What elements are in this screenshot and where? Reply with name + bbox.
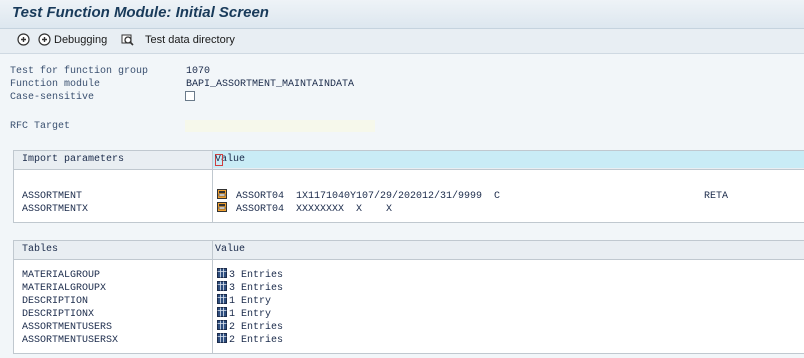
table-editor-icon[interactable]	[217, 294, 227, 304]
table-param-name: DESCRIPTION	[22, 296, 89, 307]
import-parameters-column-header: Import parameters	[22, 154, 125, 165]
table-param-value[interactable]: 1 Entry	[229, 296, 271, 307]
table-editor-icon[interactable]	[217, 333, 227, 343]
table-editor-icon[interactable]	[217, 320, 227, 330]
column-divider	[212, 241, 213, 353]
table-editor-icon[interactable]	[217, 307, 227, 317]
table-param-name: MATERIALGROUP	[22, 270, 101, 281]
import-param-value[interactable]: ASSORT04 XXXXXXXX X X	[236, 204, 392, 215]
tables-column-header: Tables	[22, 244, 59, 255]
debugging-button[interactable]: Debugging	[38, 33, 107, 46]
table-param-name: ASSORTMENTUSERS	[22, 322, 113, 333]
test-data-directory-button[interactable]: Test data directory	[121, 33, 235, 46]
case-sensitive-label: Case-sensitive	[10, 92, 95, 103]
tables-value-column-header: Value	[213, 241, 804, 258]
execute-button[interactable]	[17, 33, 30, 46]
table-param-name: MATERIALGROUPX	[22, 283, 107, 294]
import-parameters-header: Import parameters Value	[14, 151, 804, 170]
title-bar: Test Function Module: Initial Screen	[0, 0, 804, 29]
table-param-value[interactable]: 1 Entry	[229, 309, 271, 320]
tables-header: Tables Value	[14, 241, 804, 260]
page-title: Test Function Module: Initial Screen	[12, 4, 269, 21]
debug-execute-icon	[38, 33, 51, 46]
import-param-name: ASSORTMENT	[22, 191, 83, 202]
column-divider	[212, 151, 213, 222]
tables-panel: Tables Value MATERIALGROUP 3 Entries MATER…	[13, 240, 804, 354]
case-sensitive-checkbox[interactable]	[185, 91, 195, 101]
function-group-value[interactable]: 1070	[186, 66, 210, 77]
debugging-label: Debugging	[54, 33, 108, 46]
structure-editor-icon[interactable]	[217, 202, 227, 212]
table-param-value[interactable]: 2 Entries	[229, 322, 283, 333]
table-editor-icon[interactable]	[217, 281, 227, 291]
table-param-value[interactable]: 3 Entries	[229, 283, 283, 294]
structure-editor-icon[interactable]	[217, 189, 227, 199]
table-param-name: DESCRIPTIONX	[22, 309, 95, 320]
table-param-value[interactable]: 3 Entries	[229, 270, 283, 281]
function-group-label: Test for function group	[10, 66, 149, 77]
import-param-value-extra: RETA	[704, 191, 729, 202]
table-editor-icon[interactable]	[217, 268, 227, 278]
execute-icon	[17, 33, 30, 46]
table-param-name: ASSORTMENTUSERSX	[22, 335, 119, 346]
import-param-value[interactable]: ASSORT04 1X1171040Y107/29/202012/31/9999…	[236, 191, 500, 202]
import-param-name: ASSORTMENTX	[22, 204, 89, 215]
import-parameters-panel: Import parameters Value ASSORTMENT ASSOR…	[13, 150, 804, 223]
rfc-target-input[interactable]	[185, 120, 375, 132]
function-module-value[interactable]: BAPI_ASSORTMENT_MAINTAINDATA	[186, 79, 354, 90]
tables-value-header-label: Value	[215, 244, 246, 255]
function-module-label: Function module	[10, 79, 101, 90]
application-toolbar: Debugging Test data directory	[0, 29, 804, 54]
import-value-column-header[interactable]: Value	[213, 151, 804, 168]
focus-bracket-right	[215, 154, 223, 166]
test-data-directory-icon	[121, 34, 134, 46]
rfc-target-label: RFC Target	[10, 121, 71, 132]
test-data-directory-label: Test data directory	[145, 33, 235, 46]
table-param-value[interactable]: 2 Entries	[229, 335, 283, 346]
